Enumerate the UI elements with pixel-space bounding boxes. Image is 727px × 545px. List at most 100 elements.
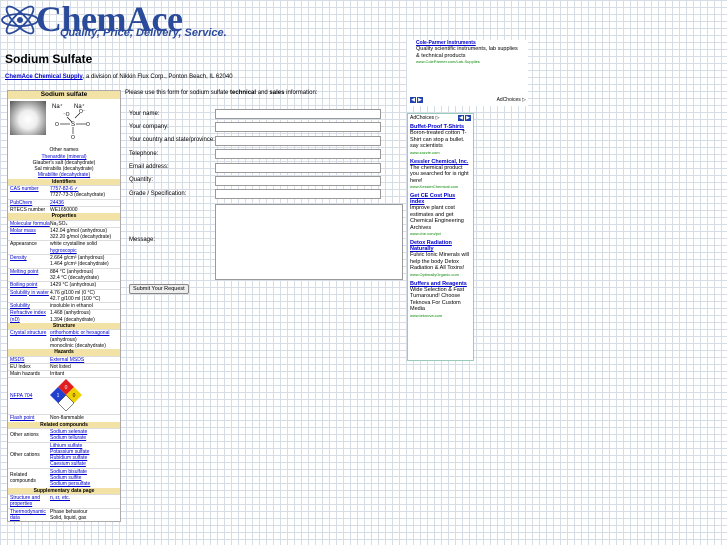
company-input[interactable]: [215, 122, 381, 132]
ad-next-icon[interactable]: ▶: [417, 97, 423, 103]
ad-item[interactable]: Kessler Chemical, Inc. The chemical produ…: [408, 157, 473, 192]
rtecs-label: RTECS number: [10, 206, 46, 213]
ad-bar: AdChoices ▷ ◀ ▶: [408, 114, 473, 122]
ad-item-url[interactable]: www.KesslerChemical.com: [410, 184, 471, 189]
infobox-row: Flash point Non-flammable: [8, 414, 120, 421]
molar-mass-link[interactable]: Molar mass: [8, 228, 50, 241]
atom-logo-icon[interactable]: [0, 0, 40, 40]
label-name: Your name:: [129, 111, 160, 117]
solubility-water-value-2: 42.7 g/100 ml (100 °C): [50, 295, 101, 302]
solubility-link[interactable]: Solubility: [8, 303, 50, 309]
boiling-point-value: 1429 °C (anhydrous): [50, 282, 97, 289]
label-email: Email address:: [129, 164, 169, 170]
telephone-input[interactable]: [215, 149, 381, 159]
infobox-row: Molar mass 142.04 g/mol (anhydrous) 322.20…: [8, 226, 120, 241]
infobox-row: Structure and properties n, εr, etc.: [8, 493, 120, 508]
svg-text:O: O: [55, 122, 59, 128]
crystal-photo: [10, 101, 46, 136]
cas-value-2: 7727-73-3 (decahydrate): [50, 192, 106, 199]
related-link[interactable]: Sodium tellurate: [50, 435, 120, 441]
infobox-row: Molecular formula Na₂SO₄: [8, 219, 120, 227]
cas-number-link[interactable]: CAS number: [8, 186, 50, 199]
grade-input[interactable]: [215, 189, 381, 199]
pubchem-value[interactable]: 24436: [50, 200, 120, 206]
ad-item-title[interactable]: Detox Radiation Naturally: [410, 240, 471, 252]
ad-item-url[interactable]: www.zazzle.com: [410, 150, 471, 155]
other-anions-label: Other anions: [10, 432, 39, 439]
msds-value[interactable]: External MSDS: [50, 357, 120, 363]
ad-item-title[interactable]: Buffers and Reagents: [410, 281, 471, 287]
page-title: Sodium Sulfate: [5, 52, 93, 66]
ad-item-url[interactable]: www.OptimallyOrganic.com: [410, 272, 471, 277]
ad-item-url[interactable]: www.teknova.com: [410, 313, 471, 318]
crystal-structure-link[interactable]: Crystal structure: [8, 330, 50, 349]
infobox-row: EU Index Not listed: [8, 362, 120, 370]
infobox-row: Other anions Sodium selenate Sodium tellur…: [8, 427, 120, 442]
infobox-row: Appearance white crystalline solid hygrosc…: [8, 240, 120, 254]
company-line: ChemAce Chemical Supply, a division of N…: [5, 74, 233, 80]
ad-next-icon[interactable]: ▶: [465, 115, 471, 121]
melting-point-link[interactable]: Melting point: [8, 269, 50, 282]
ad-item[interactable]: Buffet-Proof T-Shirts Boron-treated cotto…: [408, 122, 473, 157]
density-link[interactable]: Density: [8, 255, 50, 268]
ad-item[interactable]: Buffers and Reagents Wide Selection & Fas…: [408, 279, 473, 320]
ad-bar: ◀ ▶ AdChoices ▷: [407, 96, 528, 104]
ad-item[interactable]: Get CE Cost Plus index Improve plant cost…: [408, 191, 473, 238]
other-name-mirabilite[interactable]: Mirabilite (decahydrate): [38, 172, 90, 178]
inquiry-form: Please use this form for sodium sulfate …: [125, 90, 405, 294]
molar-mass-value-2: 322.20 g/mol (decahydrate): [50, 234, 112, 241]
ad-sidebar: AdChoices ▷ ◀ ▶ Buffet-Proof T-Shirts Boro…: [407, 113, 474, 361]
infobox-row: Boiling point 1429 °C (anhydrous): [8, 281, 120, 288]
intro-technical: technical: [230, 90, 257, 96]
refractive-index-link[interactable]: Refractive index (nD): [8, 310, 50, 323]
ad-url[interactable]: www.ColeParmer.com/Lab-Supplies: [416, 59, 519, 64]
email-input[interactable]: [215, 163, 381, 173]
quantity-input[interactable]: [215, 176, 381, 186]
infobox-row: Solubility insoluble in ethanol: [8, 302, 120, 309]
structure-properties-link[interactable]: Structure and properties: [8, 495, 50, 508]
ad-item-title[interactable]: Get CE Cost Plus index: [410, 193, 471, 205]
pubchem-link[interactable]: PubChem: [8, 200, 50, 206]
svg-text:O⁻: O⁻: [79, 109, 86, 115]
company-link[interactable]: ChemAce Chemical Supply: [5, 74, 83, 80]
main-hazards-label: Main hazards: [10, 371, 41, 378]
flash-point-link[interactable]: Flash point: [8, 415, 50, 421]
nfpa-diamond-icon[interactable]: 0 1 0: [50, 379, 82, 412]
intro-text: Please use this form for sodium sulfate: [125, 90, 231, 96]
adchoices-link[interactable]: AdChoices ▷: [410, 115, 439, 121]
eu-index-label: EU Index: [10, 363, 31, 370]
related-link[interactable]: Sodium persulfate: [50, 481, 120, 487]
message-textarea[interactable]: [215, 204, 403, 280]
ad-prev-icon[interactable]: ◀: [458, 115, 464, 121]
melting-point-value-2: 32.4 °C (decahydrate): [50, 274, 99, 281]
thermodynamic-link[interactable]: Thermodynamic data: [8, 509, 50, 522]
ad-item-desc: The chemical product you searched for is…: [410, 164, 469, 184]
boiling-point-link[interactable]: Boiling point: [8, 282, 50, 288]
other-name-thenardite[interactable]: Thenardite (mineral): [41, 154, 86, 160]
country-input[interactable]: [215, 136, 381, 146]
solubility-water-link[interactable]: Solubility in water: [8, 290, 50, 303]
label-telephone: Telephone:: [129, 151, 159, 157]
infobox-row: CAS number 7757-82-6 ✓ 7727-73-3 (decahydr…: [8, 185, 120, 199]
ad-prev-icon[interactable]: ◀: [410, 97, 416, 103]
name-input[interactable]: [215, 109, 381, 119]
hygroscopic-link[interactable]: hygroscopic: [50, 248, 120, 254]
msds-link[interactable]: MSDS: [8, 357, 50, 363]
related-link[interactable]: Caesium sulfate: [50, 461, 120, 467]
formula-link[interactable]: Molecular formula: [8, 221, 50, 227]
infobox-title: Sodium sulfate: [8, 91, 120, 100]
adchoices-link[interactable]: AdChoices ▷: [497, 97, 526, 103]
svg-text:⁻O: ⁻O: [63, 112, 70, 118]
molecule-diagram: Na⁺ Na⁺ ⁻O S O O O⁻ O: [52, 103, 90, 141]
ad-item-url[interactable]: www.che.com/pci: [410, 231, 471, 236]
ad-banner-top: Cole-Parmer Instruments Quality scientif…: [407, 40, 528, 106]
infobox-row: Refractive index (nD) 1.468 (anhydrous) 1.…: [8, 309, 120, 323]
site-header: ChemAce Quality, Price, Delivery, Servic…: [0, 0, 405, 40]
nfpa-link[interactable]: NFPA 704: [8, 393, 50, 399]
ad-item-desc: Fulvic Ionic Minerals will help the body…: [410, 252, 469, 271]
label-grade: Grade / Specification:: [129, 191, 187, 197]
ad-item[interactable]: Detox Radiation Naturally Fulvic Ionic Mi…: [408, 238, 473, 279]
structure-properties-value[interactable]: n, εr, etc.: [50, 495, 120, 508]
ad-item-title[interactable]: Kessler Chemical, Inc.: [410, 159, 471, 165]
submit-button[interactable]: Submit Your Request: [129, 284, 189, 294]
